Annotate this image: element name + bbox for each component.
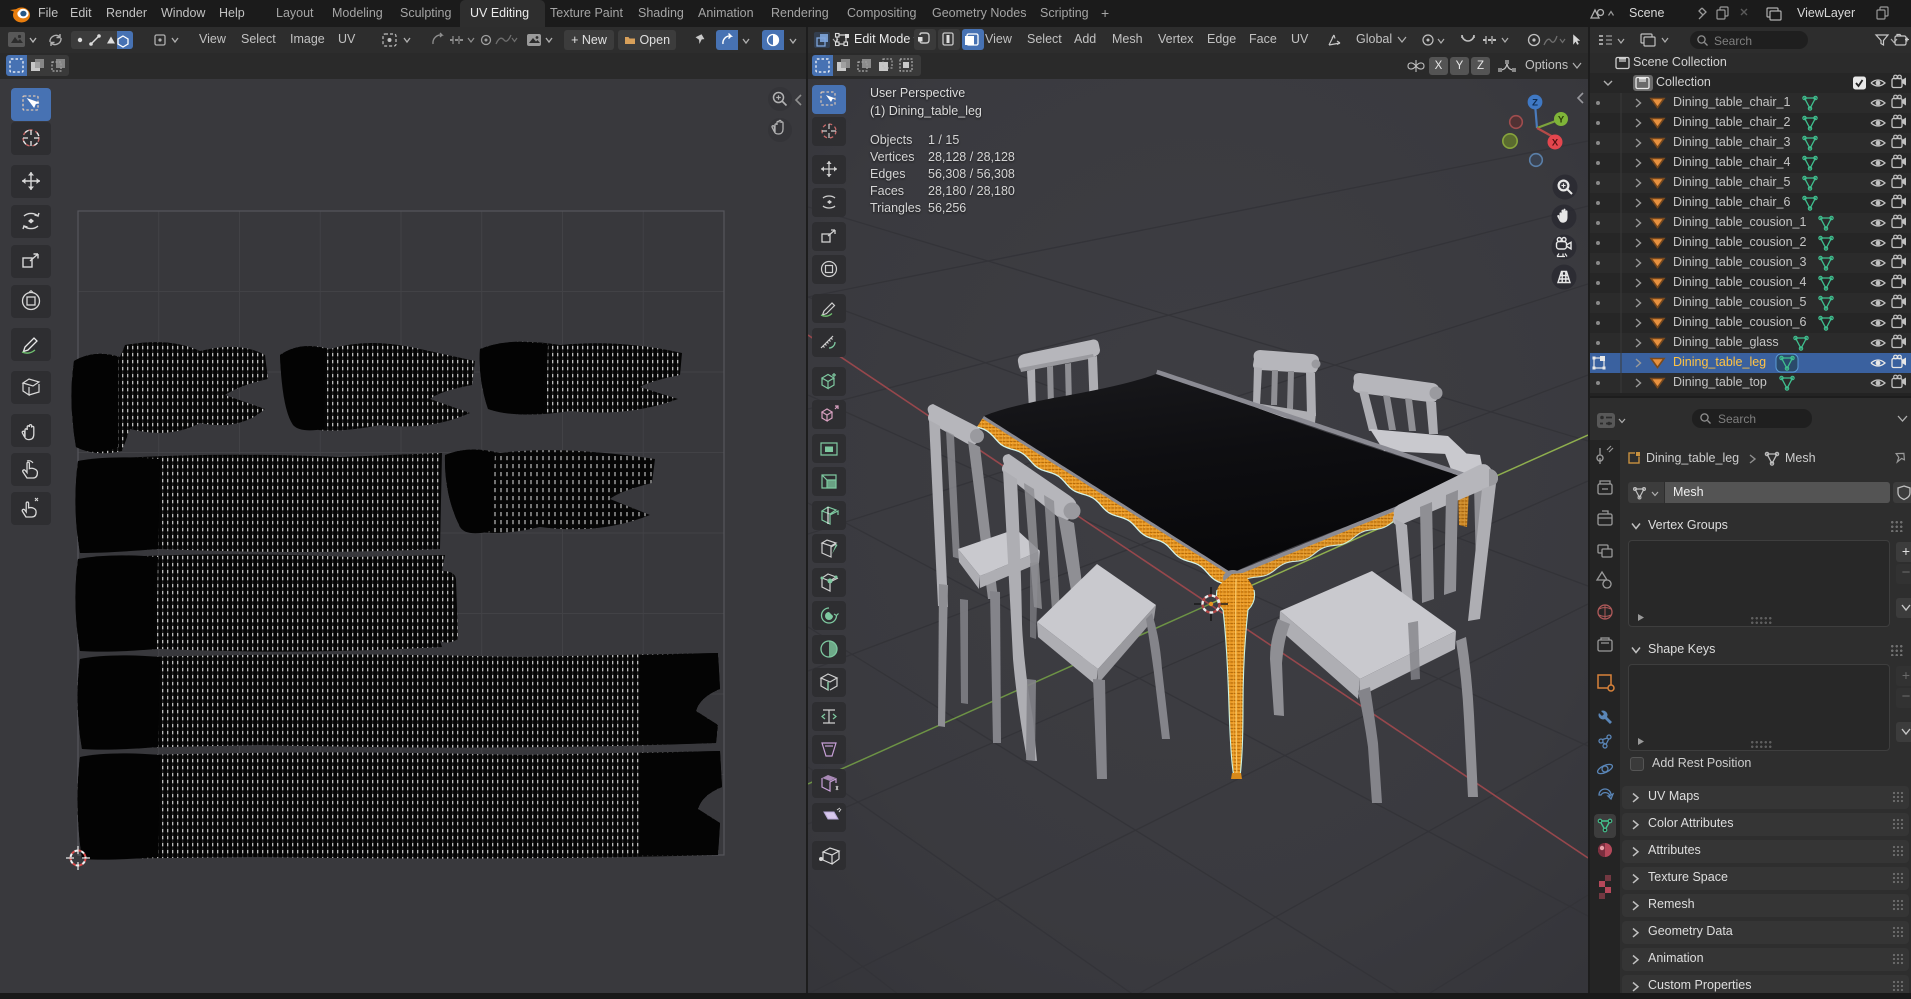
svg-text:Y: Y [1558, 115, 1565, 126]
svg-text:X: X [1552, 138, 1559, 149]
svg-text:Z: Z [1532, 98, 1538, 109]
